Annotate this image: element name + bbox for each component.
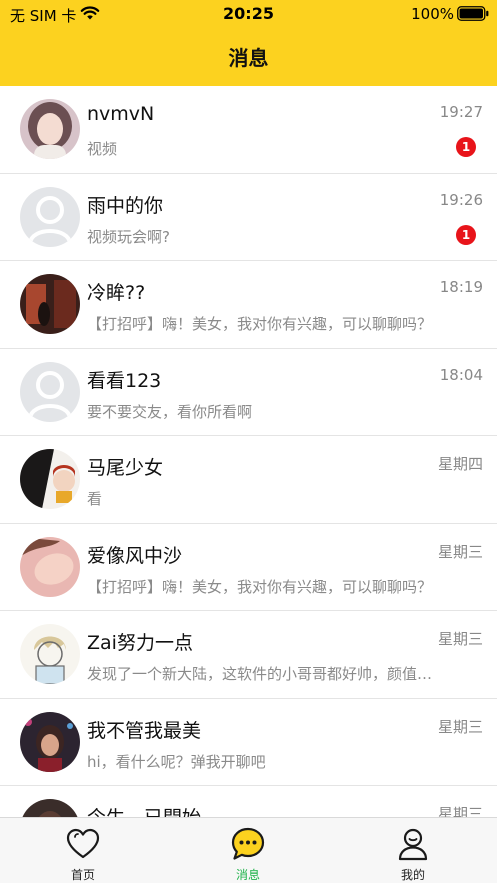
message-preview: 视频 <box>87 140 118 158</box>
header: 无 SIM 卡 20:25 100% 消息 <box>0 0 497 86</box>
tab-label: 首页 <box>70 868 95 882</box>
contact-name: 爱像风中沙 <box>87 544 183 567</box>
conversation-row[interactable]: 爱像风中沙 星期三 【打招呼】嗨！美女，我对你有兴趣，可以聊聊吗？ <box>0 524 497 611</box>
message-time: 星期三 <box>437 717 483 736</box>
contact-name: 今生，已開始 <box>87 803 201 817</box>
profile-icon <box>398 828 428 861</box>
avatar[interactable] <box>20 799 80 817</box>
battery-percent: 100% <box>411 5 454 23</box>
contact-name: nvmvN <box>87 103 155 125</box>
unread-badge: 1 <box>456 137 476 157</box>
page-title: 消息 <box>228 46 269 70</box>
avatar[interactable] <box>20 711 80 772</box>
default-avatar-icon[interactable] <box>20 361 80 422</box>
contact-name: Zai努力一点 <box>87 632 193 654</box>
tab-bar: 首页 消息 我的 <box>0 817 497 883</box>
chat-bubble-icon <box>231 827 265 860</box>
unread-badge: 1 <box>456 224 476 245</box>
message-time: 星期三 <box>437 542 483 561</box>
avatar[interactable] <box>20 274 80 334</box>
contact-name: 我不管我最美 <box>87 719 202 742</box>
conversation-list[interactable]: nvmvN 19:27 视频 1 雨中的你 19:26 视频玩会啊? 1 冷眸?… <box>0 86 497 817</box>
message-time: 星期三 <box>437 630 483 648</box>
avatar[interactable] <box>20 624 80 684</box>
message-preview: 看 <box>87 490 103 508</box>
conversation-row[interactable]: 马尾少女 星期四 看 <box>0 436 497 524</box>
default-avatar-icon[interactable] <box>20 186 80 247</box>
message-time: 星期三 <box>437 805 483 817</box>
battery-icon <box>457 6 489 21</box>
message-preview: 视频玩会啊? <box>87 227 170 246</box>
message-preview: 【打招呼】嗨！美女，我对你有兴趣，可以聊聊吗？ <box>87 577 433 596</box>
conversation-row[interactable]: 看看123 18:04 要不要交友，看你所看啊 <box>0 349 497 436</box>
message-preview: 要不要交友，看你所看啊 <box>87 402 253 421</box>
tab-profile[interactable]: 我的 <box>353 818 473 884</box>
contact-name: 雨中的你 <box>87 194 164 217</box>
message-preview: hi，看什么呢？弹我开聊吧 <box>87 752 266 771</box>
contact-name: 马尾少女 <box>87 457 164 479</box>
avatar[interactable] <box>20 449 80 509</box>
status-bar: 无 SIM 卡 20:25 100% <box>0 0 497 28</box>
conversation-row[interactable]: 冷眸?? 18:19 【打招呼】嗨！美女，我对你有兴趣，可以聊聊吗？ <box>0 261 497 349</box>
conversation-row[interactable]: Zai努力一点 星期三 发现了一个新大陆，这软件的小哥哥都好帅，颜值好高 <box>0 611 497 699</box>
message-preview: 【打招呼】嗨！美女，我对你有兴趣，可以聊聊吗？ <box>87 315 433 333</box>
message-time: 19:27 <box>439 103 483 121</box>
message-time: 19:26 <box>439 190 483 209</box>
tab-home[interactable]: 首页 <box>23 818 143 884</box>
contact-name: 冷眸?? <box>87 282 146 304</box>
conversation-row[interactable]: 今生，已開始 星期三 <box>0 786 497 817</box>
conversation-row[interactable]: 雨中的你 19:26 视频玩会啊? 1 <box>0 174 497 261</box>
message-time: 星期四 <box>437 455 483 473</box>
message-time: 18:19 <box>439 278 483 296</box>
heart-icon <box>66 828 100 859</box>
avatar[interactable] <box>20 536 80 597</box>
conversation-row[interactable]: nvmvN 19:27 视频 1 <box>0 86 497 174</box>
tab-messages[interactable]: 消息 <box>188 818 308 884</box>
avatar[interactable] <box>20 99 80 159</box>
tab-label: 消息 <box>235 868 260 882</box>
contact-name: 看看123 <box>87 369 162 392</box>
tab-label: 我的 <box>400 868 425 882</box>
message-time: 18:04 <box>439 365 483 384</box>
message-preview: 发现了一个新大陆，这软件的小哥哥都好帅，颜值好高 <box>87 665 437 683</box>
conversation-row[interactable]: 我不管我最美 星期三 hi，看什么呢？弹我开聊吧 <box>0 699 497 786</box>
